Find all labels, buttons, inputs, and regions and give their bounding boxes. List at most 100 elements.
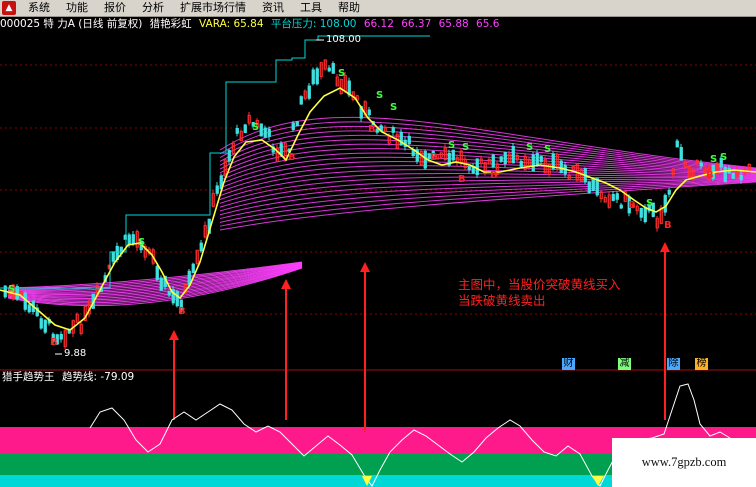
candle-body [175, 290, 179, 307]
buy-marker: B [664, 220, 672, 231]
annotation-line-2: 当跌破黄线卖出 [458, 293, 546, 308]
candle-body [331, 63, 335, 74]
candle-body [311, 69, 315, 85]
candle-body [375, 128, 379, 133]
candle-body [559, 160, 563, 174]
sell-marker: S [646, 198, 653, 209]
candle-body [299, 96, 303, 105]
rainbow-band-right [219, 116, 756, 231]
candle-body [259, 123, 263, 137]
sell-marker: S [376, 90, 383, 101]
candle-body [467, 166, 471, 171]
strategy-annotation: 主图中，当股价突破黄线买入 当跌破黄线卖出 [458, 277, 621, 309]
candle-body [519, 160, 523, 167]
chart-canvas[interactable]: BBBBBBB BBBBSSSSSSS S S SSS S [0, 0, 756, 487]
candle-body [215, 185, 219, 194]
candle-body [587, 181, 591, 193]
sell-marker: S [390, 102, 397, 113]
candle-body [327, 67, 331, 72]
buy-marker: B [50, 337, 58, 348]
annotation-line-1: 主图中，当股价突破黄线买入 [458, 277, 621, 292]
candle-body [391, 127, 395, 133]
candle-body [699, 162, 703, 167]
candle-body [27, 304, 31, 313]
sell-marker: S [8, 284, 15, 295]
candle-body [611, 193, 615, 201]
trend-line-value: 趋势线: -79.09 [62, 371, 135, 383]
candle-body [367, 109, 371, 116]
buy-arrow-1 [169, 330, 179, 420]
buy-arrow-3 [360, 262, 370, 432]
candle-body [639, 207, 643, 218]
candle-body [295, 121, 299, 127]
sell-marker: S [338, 68, 345, 79]
buy-marker: B [178, 306, 186, 317]
ex-rights-badge[interactable]: 除 [667, 358, 680, 370]
high-price-label: 108.00 [326, 34, 361, 45]
sub-indicator-name: 猎手趋势王 [2, 371, 55, 383]
candle-body [235, 127, 239, 134]
candle-body [127, 234, 131, 245]
reduce-badge[interactable]: 减 [618, 358, 631, 370]
candle-body [491, 154, 495, 168]
candle-body [615, 193, 619, 200]
candle-body [43, 319, 47, 333]
buy-marker: B [288, 152, 296, 163]
candle-body [499, 156, 503, 162]
candle-body [667, 189, 671, 195]
candle-body [291, 122, 295, 130]
sell-marker: S [462, 142, 469, 153]
candle-body [531, 154, 535, 172]
candle-body [131, 234, 135, 244]
candle-body [451, 149, 455, 161]
candle-body [243, 124, 247, 134]
candle-body [539, 156, 543, 163]
candle-body [187, 270, 191, 285]
rainbow-right-curve [219, 181, 756, 231]
low-price-label: 9.88 [64, 348, 87, 359]
candle-body [39, 318, 43, 329]
candle-body [199, 242, 203, 252]
ranking-badge[interactable]: 榜 [695, 358, 708, 370]
sell-marker: S [252, 122, 259, 133]
candle-body [591, 178, 595, 191]
finance-badge[interactable]: 财 [562, 358, 575, 370]
candle-body [643, 206, 647, 223]
candle-body [59, 333, 63, 340]
sell-marker: S [710, 154, 717, 165]
candle-body [619, 204, 623, 209]
candle-body [679, 146, 683, 161]
candle-body [315, 68, 319, 85]
candle-body [595, 178, 599, 196]
buy-marker: B [490, 170, 498, 181]
rainbow-band-left [7, 261, 303, 307]
candle-body [663, 194, 667, 213]
candle-body [263, 127, 267, 138]
candle-body [155, 266, 159, 280]
candle-body [503, 151, 507, 165]
candle-body [191, 263, 195, 274]
sell-marker: S [526, 142, 533, 153]
candle-body [267, 128, 271, 137]
buy-marker: B [628, 200, 636, 211]
candle-body [423, 150, 427, 169]
buy-marker: B [368, 124, 376, 135]
candle-body [511, 145, 515, 164]
sell-marker: S [448, 140, 455, 151]
candle-body [407, 135, 411, 145]
buy-arrow-2 [281, 279, 291, 420]
candle-body [723, 167, 727, 183]
candlestick-series [3, 59, 751, 350]
buy-marker: B [706, 170, 714, 181]
candle-body [167, 290, 171, 296]
candle-body [307, 85, 311, 99]
buy-marker: B [430, 152, 438, 163]
sell-marker: S [544, 144, 551, 155]
candle-body [475, 158, 479, 176]
sell-marker: S [720, 152, 727, 163]
candle-body [159, 277, 163, 291]
site-watermark: www.7gpzb.com [612, 438, 756, 487]
candle-body [731, 172, 735, 179]
buy-arrow-4 [660, 242, 670, 420]
rainbow-right-curve [219, 177, 756, 208]
